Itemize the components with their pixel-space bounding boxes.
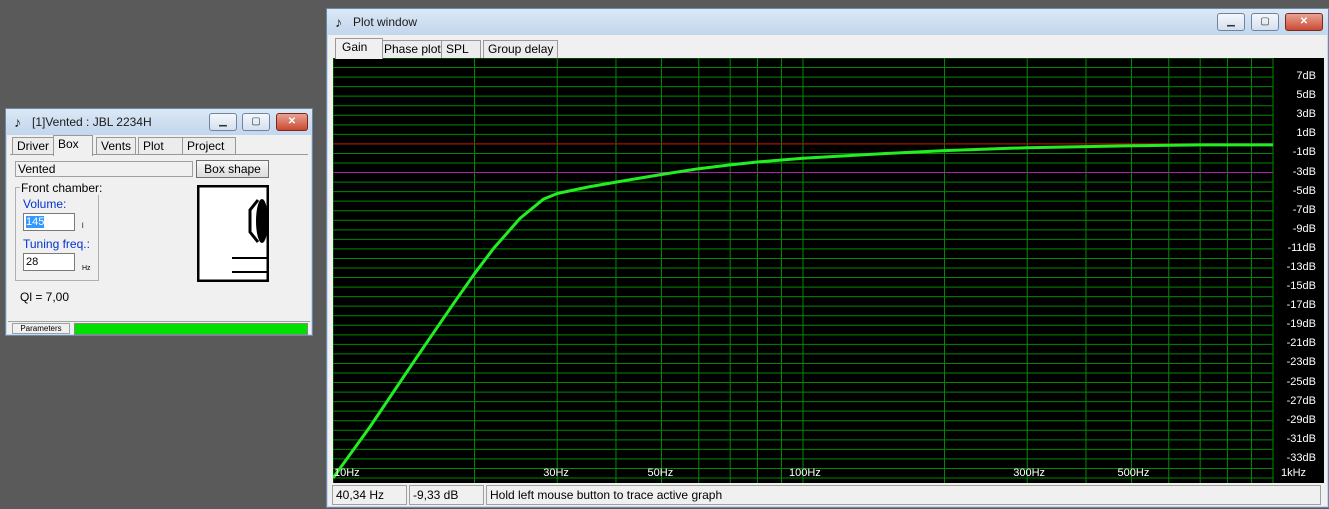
app-icon: ♪ [335,14,342,30]
y-tick-label: -23dB [1286,356,1316,369]
maximize-button[interactable]: ▢ [242,113,270,131]
y-tick-label: -17dB [1286,299,1316,312]
y-tick-label: -13dB [1286,261,1316,273]
tab-project[interactable]: Project [182,137,236,155]
maximize-button[interactable]: ▢ [1251,13,1279,31]
y-tick-label: -31dB [1286,432,1316,445]
status-progress-bar [74,323,308,335]
y-tick-label: 3dB [1296,108,1316,121]
box-type-field: Vented [15,161,193,177]
box-shape-button[interactable]: Box shape [196,160,269,178]
close-button[interactable]: ✕ [276,113,308,131]
status-hint: Hold left mouse button to trace active g… [486,485,1321,505]
plot-window-titlebar[interactable]: ♪ Plot window ▁ ▢ ✕ [327,9,1328,35]
tab-group-delay[interactable]: Group delay [483,40,559,58]
status-frequency: 40,34 Hz [332,485,407,505]
y-tick-label: -19dB [1286,318,1316,331]
box-window-titlebar[interactable]: ♪ [1]Vented : JBL 2234H ▁ ▢ ✕ [6,109,312,135]
x-tick-label: 50Hz [647,467,674,479]
tab-vents[interactable]: Vents [96,137,137,155]
y-tick-label: -27dB [1286,394,1316,407]
app-icon: ♪ [14,114,21,130]
plot-window: ♪ Plot window ▁ ▢ ✕ Gain Phase plot SPL … [326,8,1329,508]
box-window-tabs: Driver Box Vents Plot Project [10,135,308,156]
plot-window-tabs: Gain Phase plot SPL Group delay [333,38,1323,59]
plot-status-bar: 40,34 Hz -9,33 dB Hold left mouse button… [332,485,1323,505]
ql-text: Ql = 7,00 [20,290,70,304]
tab-plot[interactable]: Plot [138,137,184,155]
status-level: -9,33 dB [409,485,484,505]
tab-gain[interactable]: Gain [335,38,383,59]
y-tick-label: -5dB [1292,184,1316,197]
tuning-freq-input[interactable]: 28 [23,253,75,271]
y-tick-label: -3dB [1292,165,1316,178]
x-tick-label: 500Hz [1117,467,1150,479]
volume-input[interactable]: 145 [23,213,75,231]
box-diagram [197,185,269,282]
status-label: Parameters [12,323,70,334]
y-tick-label: -7dB [1292,203,1316,216]
x-tick-label: 10Hz [334,467,360,479]
volume-value: 145 [26,216,45,228]
box-shape-drawing [197,185,269,282]
y-tick-label: -21dB [1286,337,1316,350]
y-tick-label: 5dB [1296,89,1316,102]
y-tick-label: -25dB [1286,375,1316,388]
plot-window-title: Plot window [353,15,418,29]
box-window: ♪ [1]Vented : JBL 2234H ▁ ▢ ✕ Driver Box… [5,108,313,336]
x-tick-label: 30Hz [543,467,569,479]
gain-plot[interactable]: 7dB 5dB 3dB 1dB -1dB -3dB -5dB -7dB -9dB -11dB -13… [333,58,1324,483]
y-tick-label: -33dB [1286,451,1316,464]
y-tick-label: -1dB [1292,146,1316,159]
y-tick-label: -15dB [1286,280,1316,293]
tab-driver[interactable]: Driver [12,137,54,155]
y-tick-label: 1dB [1296,127,1316,140]
status-bar: Parameters [8,321,310,335]
y-tick-label: -11dB [1287,241,1316,254]
y-tick-label: -29dB [1286,413,1316,426]
y-tick-label: -9dB [1292,222,1316,235]
tuning-freq-unit: Hz [82,265,91,272]
y-tick-label: 7dB [1296,70,1316,83]
tuning-freq-label: Tuning freq.: [23,237,90,251]
minimize-button[interactable]: ▁ [209,113,237,131]
gain-chart [333,58,1274,483]
volume-unit: l [82,223,84,230]
tab-phase-plot[interactable]: Phase plot [379,40,446,58]
volume-label: Volume: [23,197,67,211]
x-tick-label: 1kHz [1281,467,1307,479]
minimize-button[interactable]: ▁ [1217,13,1245,31]
box-window-title: [1]Vented : JBL 2234H [32,115,152,129]
tab-spl[interactable]: SPL [441,40,481,58]
close-button[interactable]: ✕ [1285,13,1323,31]
x-tick-label: 100Hz [789,467,821,479]
tab-box[interactable]: Box [53,135,93,156]
front-chamber-label: Front chamber: [20,181,104,195]
x-tick-label: 300Hz [1013,467,1046,479]
